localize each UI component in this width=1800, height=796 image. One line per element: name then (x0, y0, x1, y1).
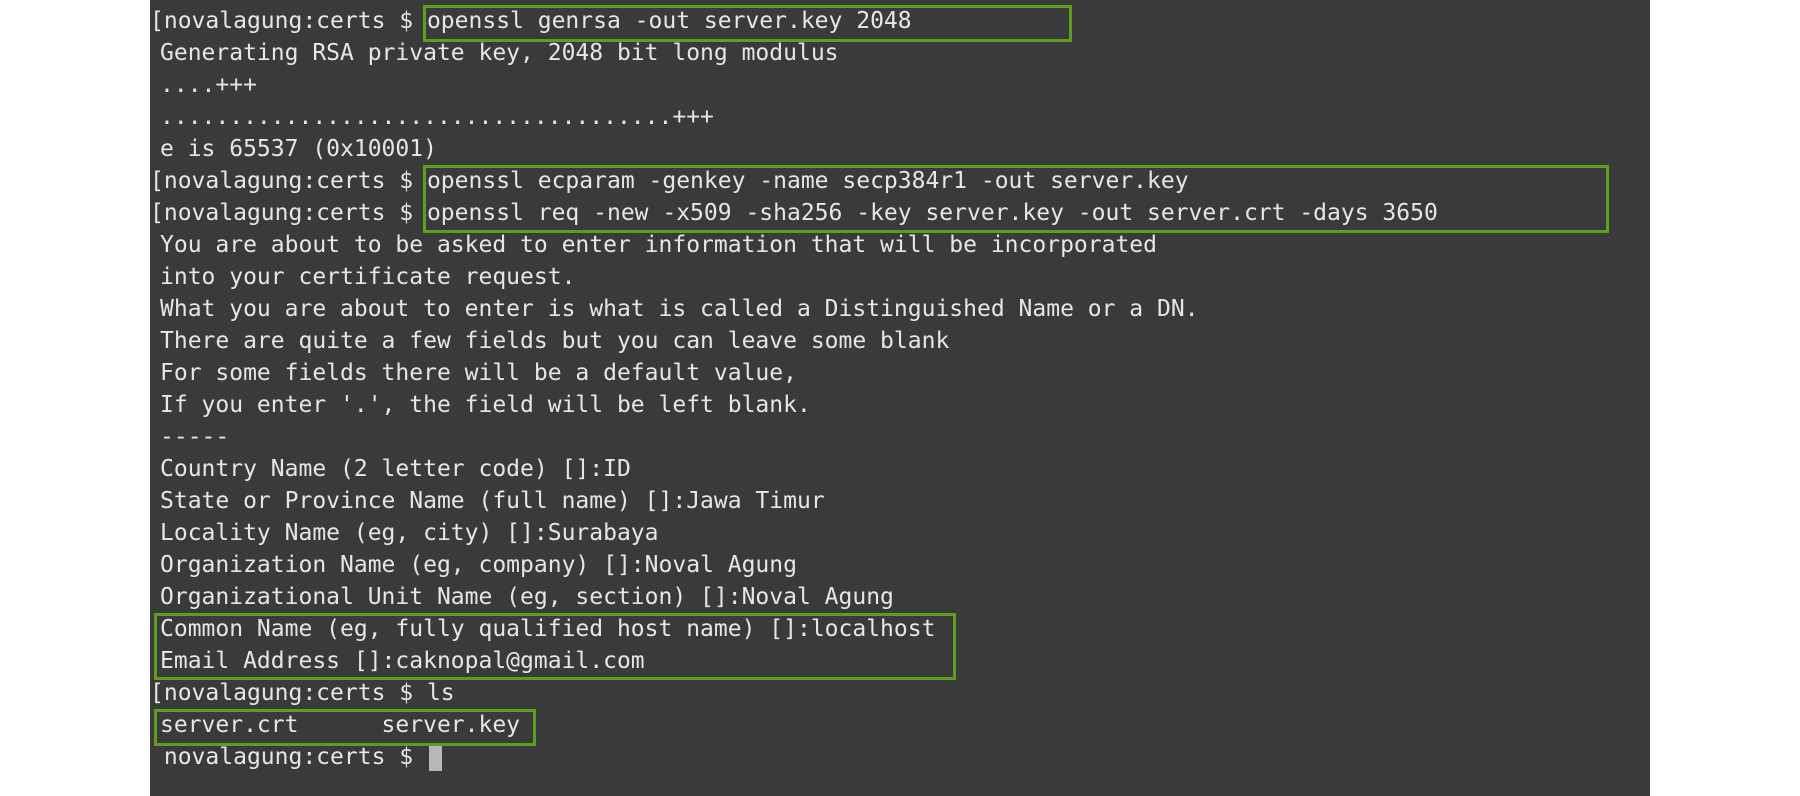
output-line: e is 65537 (0x10001) (150, 133, 1650, 165)
command-line: [novalagung:certs $ openssl req -new -x5… (150, 197, 1650, 229)
output-text: Organizational Unit Name (eg, section) [… (160, 584, 894, 610)
prompt-bracket: [ (150, 168, 164, 194)
output-text: ....+++ (160, 72, 257, 98)
output-text: What you are about to enter is what is c… (160, 296, 1199, 322)
command-line: [novalagung:certs $ ls (150, 677, 1650, 709)
output-line: For some fields there will be a default … (150, 357, 1650, 389)
output-line: ....+++ (150, 69, 1650, 101)
shell-prompt: novalagung:certs $ (163, 168, 414, 194)
shell-prompt: novalagung:certs $ (163, 744, 414, 770)
output-line: server.crt server.key (150, 709, 1650, 741)
output-line: If you enter '.', the field will be left… (150, 389, 1650, 421)
output-line: Country Name (2 letter code) []:ID (150, 453, 1650, 485)
prompt-bracket: [ (150, 8, 164, 34)
command-line: [novalagung:certs $ openssl ecparam -gen… (150, 165, 1650, 197)
output-line: State or Province Name (full name) []:Ja… (150, 485, 1650, 517)
output-text: ----- (160, 424, 230, 450)
output-line: You are about to be asked to enter infor… (150, 229, 1650, 261)
output-line: into your certificate request. (150, 261, 1650, 293)
command-text (413, 744, 427, 770)
command-text: openssl req -new -x509 -sha256 -key serv… (413, 200, 1438, 226)
output-line: Locality Name (eg, city) []:Surabaya (150, 517, 1650, 549)
output-line: What you are about to enter is what is c… (150, 293, 1650, 325)
shell-prompt: novalagung:certs $ (163, 200, 414, 226)
output-line: Common Name (eg, fully qualified host na… (150, 613, 1650, 645)
output-text: For some fields there will be a default … (160, 360, 797, 386)
output-text: State or Province Name (full name) []:Ja… (160, 488, 825, 514)
output-line: Organization Name (eg, company) []:Noval… (150, 549, 1650, 581)
command-text: openssl genrsa -out server.key 2048 (413, 8, 912, 34)
command-text: ls (413, 680, 455, 706)
output-line: Generating RSA private key, 2048 bit lon… (150, 37, 1650, 69)
terminal-window[interactable]: [novalagung:certs $ openssl genrsa -out … (150, 0, 1650, 796)
output-line: There are quite a few fields but you can… (150, 325, 1650, 357)
output-text: Generating RSA private key, 2048 bit lon… (160, 40, 839, 66)
terminal-output: [novalagung:certs $ openssl genrsa -out … (150, 5, 1650, 773)
output-text: There are quite a few fields but you can… (160, 328, 950, 354)
output-text: e is 65537 (0x10001) (160, 136, 437, 162)
output-text: Locality Name (eg, city) []:Surabaya (160, 520, 659, 546)
output-line: Email Address []:caknopal@gmail.com (150, 645, 1650, 677)
output-text: Common Name (eg, fully qualified host na… (160, 616, 936, 642)
command-line: [novalagung:certs $ openssl genrsa -out … (150, 5, 1650, 37)
output-line: .....................................+++ (150, 101, 1650, 133)
output-text: .....................................+++ (160, 104, 714, 130)
prompt-bracket: [ (150, 200, 164, 226)
prompt-bracket: [ (150, 680, 164, 706)
terminal-cursor[interactable] (428, 742, 442, 771)
command-line: novalagung:certs $ (150, 741, 1650, 773)
output-text: If you enter '.', the field will be left… (160, 392, 811, 418)
output-text: Organization Name (eg, company) []:Noval… (160, 552, 797, 578)
output-text: You are about to be asked to enter infor… (160, 232, 1157, 258)
shell-prompt: novalagung:certs $ (163, 8, 414, 34)
output-text: server.crt server.key (160, 712, 521, 738)
output-text: Email Address []:caknopal@gmail.com (160, 648, 645, 674)
command-text: openssl ecparam -genkey -name secp384r1 … (413, 168, 1189, 194)
output-text: into your certificate request. (160, 264, 576, 290)
output-line: Organizational Unit Name (eg, section) [… (150, 581, 1650, 613)
output-text: Country Name (2 letter code) []:ID (160, 456, 631, 482)
shell-prompt: novalagung:certs $ (163, 680, 414, 706)
output-line: ----- (150, 421, 1650, 453)
